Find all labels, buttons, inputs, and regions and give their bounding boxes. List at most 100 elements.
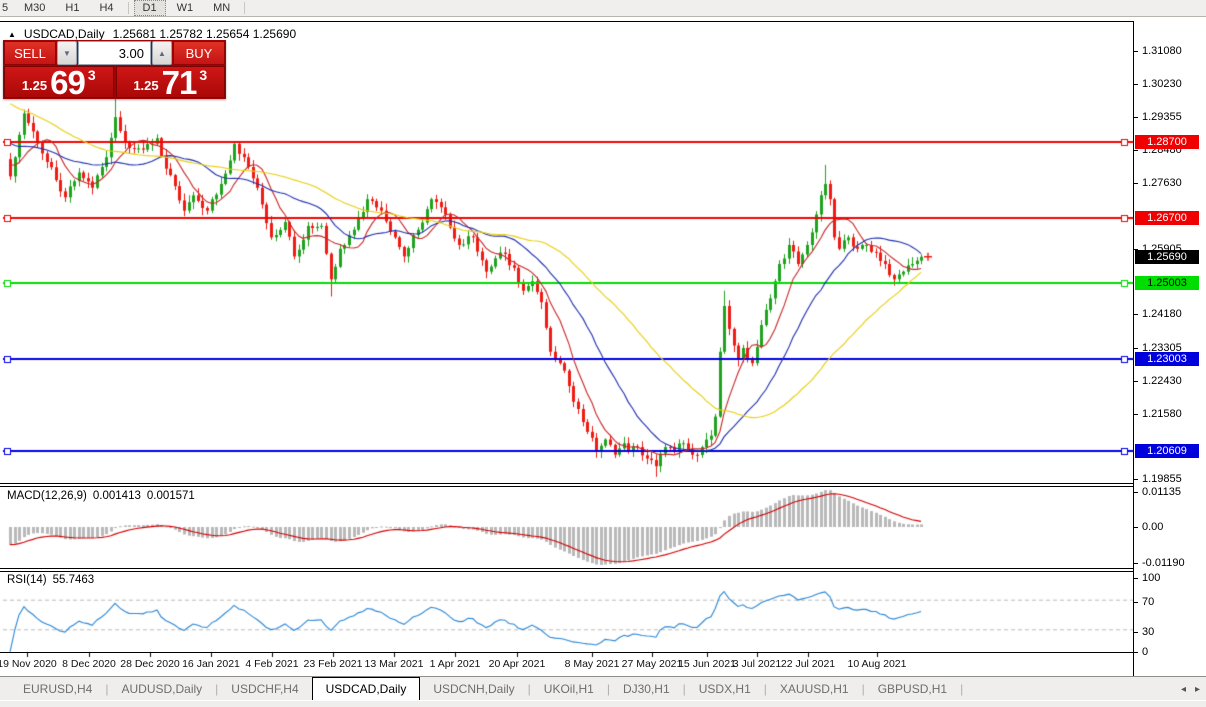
date-label: 22 Jul 2021 [781, 658, 835, 670]
panel-separator[interactable] [0, 483, 1206, 484]
axis-tick-mark [1134, 150, 1138, 151]
tab-scroll-arrows: ◂▸ [1181, 677, 1200, 701]
date-label: 3 Jul 2021 [733, 658, 781, 670]
date-label: 27 May 2021 [622, 658, 683, 670]
date-label: 8 Dec 2020 [62, 658, 116, 670]
rsi-value: 55.7463 [53, 574, 95, 586]
bid-prefix: 1.25 [22, 78, 47, 93]
volume-field[interactable]: 3.00 [78, 41, 151, 65]
axis-tick-mark [1134, 183, 1138, 184]
tab-USDCHF,H4[interactable]: USDCHF,H4 [218, 677, 311, 700]
tab-USDCAD,Daily[interactable]: USDCAD,Daily [312, 677, 421, 700]
axis-tick-mark [1134, 632, 1138, 633]
macd-name: MACD(12,26,9) [7, 490, 87, 502]
bid-price-panel[interactable]: 1.25 69 3 [4, 66, 114, 98]
axis-tick-mark [1134, 479, 1138, 480]
tab-DJ30,H1[interactable]: DJ30,H1 [610, 677, 683, 700]
bid-pip-digit: 3 [88, 67, 96, 83]
rsi-tick-30: 30 [1142, 626, 1154, 638]
price-tick-1.31080: 1.31080 [1142, 45, 1182, 57]
axis-tick-mark [1134, 527, 1138, 528]
price-tag-1.26700: 1.26700 [1135, 211, 1199, 225]
price-tick-1.22430: 1.22430 [1142, 375, 1182, 387]
axis-tick-mark [1134, 117, 1138, 118]
axis-tick-mark [1134, 602, 1138, 603]
axis-tick-mark [1134, 492, 1138, 493]
tab-USDX,H1[interactable]: USDX,H1 [686, 677, 764, 700]
tab-UKOil,H1[interactable]: UKOil,H1 [531, 677, 607, 700]
date-label: 28 Dec 2020 [120, 658, 180, 670]
price-tick-1.27630: 1.27630 [1142, 177, 1182, 189]
tab-AUDUSD,Daily[interactable]: AUDUSD,Daily [108, 677, 215, 700]
axis-tick-mark [1134, 563, 1138, 564]
volume-decrease-button[interactable]: ▼ [57, 41, 77, 65]
axis-tick-mark [1134, 381, 1138, 382]
date-label: 10 Aug 2021 [848, 658, 907, 670]
axis-tick-mark [1134, 578, 1138, 579]
chart-header: ▲ USDCAD,Daily 1.25681 1.25782 1.25654 1… [8, 27, 296, 41]
price-tag-1.20609: 1.20609 [1135, 444, 1199, 458]
macd-label-row: MACD(12,26,9) 0.001413 0.001571 [7, 490, 195, 502]
price-tag-1.28700: 1.28700 [1135, 135, 1199, 149]
rsi-tick-100: 100 [1142, 572, 1160, 584]
axis-tick-mark [1134, 652, 1138, 653]
panel-separator[interactable] [0, 568, 1206, 569]
date-label: 19 Nov 2020 [0, 658, 57, 670]
axis-tick-mark [1134, 84, 1138, 85]
axis-tick-mark [1134, 51, 1138, 52]
chart-tab-bar: EURUSD,H4|AUDUSD,Daily|USDCHF,H4USDCAD,D… [0, 676, 1206, 700]
tab-EURUSD,H4[interactable]: EURUSD,H4 [10, 677, 105, 700]
timeframe-toolbar: 5M30H1H4 D1W1MN [0, 0, 1206, 17]
toolbar-separator [244, 2, 245, 14]
toolbar-timeframe-H4[interactable]: H4 [90, 0, 122, 16]
price-tick-1.21580: 1.21580 [1142, 408, 1182, 420]
date-label: 4 Feb 2021 [245, 658, 298, 670]
tab-scroll-left[interactable]: ◂ [1181, 684, 1186, 695]
date-label: 16 Jan 2021 [182, 658, 240, 670]
macd-tick-0.01135: 0.01135 [1142, 486, 1181, 498]
one-click-trade-widget: SELL ▼ 3.00 ▲ BUY 1.25 69 3 1.25 71 3 [3, 40, 226, 99]
price-tick-1.19855: 1.19855 [1142, 473, 1182, 485]
chart-canvas[interactable] [0, 22, 1133, 675]
toolbar-timeframe-5[interactable]: 5 [1, 0, 13, 16]
macd-tick-0.00: 0.00 [1142, 521, 1163, 533]
panel-separator [0, 652, 1206, 653]
price-tag-1.25690: 1.25690 [1135, 250, 1199, 264]
price-tick-1.29355: 1.29355 [1142, 111, 1182, 123]
collapse-icon[interactable]: ▲ [8, 30, 16, 39]
date-label: 1 Apr 2021 [430, 658, 481, 670]
panel-separator[interactable] [0, 571, 1206, 572]
tab-USDCNH,Daily[interactable]: USDCNH,Daily [420, 677, 527, 700]
bid-big-digits: 69 [50, 69, 85, 97]
toolbar-timeframe-H1[interactable]: H1 [56, 0, 88, 16]
macd-tick--0.01190: -0.01190 [1142, 557, 1185, 569]
ask-pip-digit: 3 [199, 67, 207, 83]
macd-main-value: 0.001413 [93, 490, 141, 502]
sell-button[interactable]: SELL [4, 41, 56, 65]
toolbar-timeframe-MN[interactable]: MN [204, 0, 239, 16]
price-tick-1.24180: 1.24180 [1142, 308, 1182, 320]
ask-big-digits: 71 [162, 69, 197, 97]
rsi-tick-0: 0 [1142, 646, 1148, 658]
panel-separator[interactable] [0, 486, 1206, 487]
price-tag-1.25003: 1.25003 [1135, 276, 1199, 290]
axis-tick-mark [1134, 414, 1138, 415]
tab-scroll-right[interactable]: ▸ [1195, 684, 1200, 695]
toolbar-timeframe-M30[interactable]: M30 [15, 0, 54, 16]
ask-price-panel[interactable]: 1.25 71 3 [116, 66, 226, 98]
rsi-name: RSI(14) [7, 574, 47, 586]
buy-button[interactable]: BUY [173, 41, 225, 65]
rsi-tick-70: 70 [1142, 596, 1154, 608]
price-axis[interactable]: 1.310801.302301.293551.284801.276301.259… [1133, 21, 1206, 676]
toolbar-timeframe-D1[interactable]: D1 [134, 0, 166, 16]
date-label: 20 Apr 2021 [489, 658, 546, 670]
date-label: 23 Feb 2021 [304, 658, 363, 670]
axis-tick-mark [1134, 348, 1138, 349]
volume-increase-button[interactable]: ▲ [152, 41, 172, 65]
chart-title: USDCAD,Daily [24, 27, 105, 41]
tab-GBPUSD,H1[interactable]: GBPUSD,H1 [865, 677, 960, 700]
toolbar-timeframe-W1[interactable]: W1 [168, 0, 203, 16]
rsi-label-row: RSI(14) 55.7463 [7, 574, 94, 586]
date-label: 15 Jun 2021 [678, 658, 736, 670]
tab-XAUUSD,H1[interactable]: XAUUSD,H1 [767, 677, 862, 700]
